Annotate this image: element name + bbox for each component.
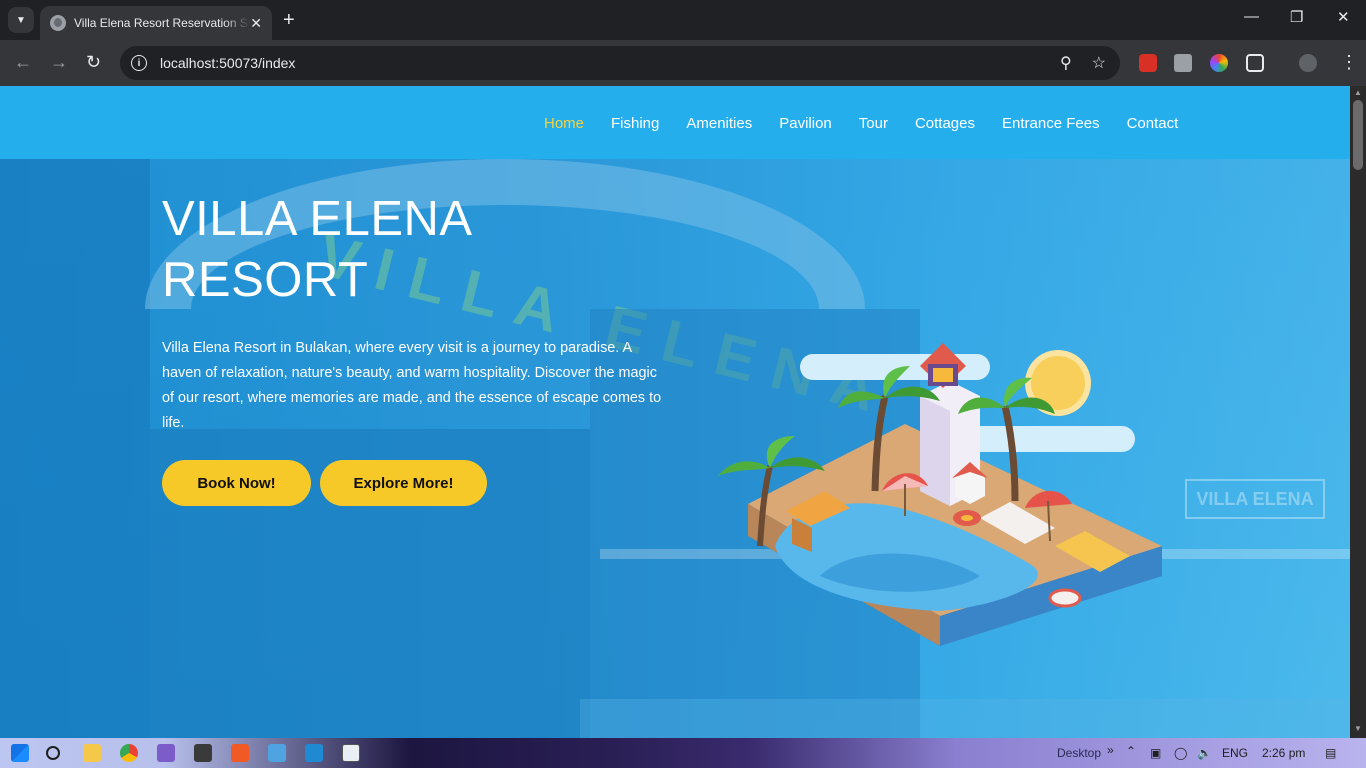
browser-tab[interactable]: Villa Elena Resort Reservation Sy ✕: [40, 6, 272, 40]
hero-title: VILLA ELENA RESORT: [162, 189, 473, 311]
extension-icon-red[interactable]: [1139, 54, 1157, 72]
scroll-up-icon[interactable]: ▲: [1354, 88, 1362, 97]
app-icon[interactable]: [194, 744, 212, 762]
scroll-down-icon[interactable]: ▼: [1354, 724, 1362, 733]
nav-contact[interactable]: Contact: [1127, 115, 1179, 132]
nav-home[interactable]: Home: [544, 115, 584, 132]
vscode-icon[interactable]: [305, 744, 323, 762]
language-indicator[interactable]: ENG: [1222, 746, 1248, 760]
brave-icon[interactable]: [231, 744, 249, 762]
tab-strip: ▼ Villa Elena Resort Reservation Sy ✕ + …: [0, 0, 1366, 40]
browser-toolbar: ← → ↻ i localhost:50073/index ⚲ ☆ ⋮: [0, 40, 1366, 86]
desktop-label[interactable]: Desktop: [1057, 746, 1101, 760]
visual-studio-icon[interactable]: [157, 744, 175, 762]
explore-more-button[interactable]: Explore More!: [320, 460, 487, 506]
chevron-down-icon: ▼: [16, 14, 26, 26]
file-explorer-icon[interactable]: [83, 744, 101, 762]
notepad-icon[interactable]: [342, 744, 360, 762]
extensions-puzzle-icon[interactable]: [1246, 54, 1264, 72]
close-window-icon[interactable]: ✕: [1337, 8, 1350, 26]
reload-icon[interactable]: ↻: [86, 52, 101, 72]
camera-extension-icon[interactable]: [1174, 54, 1192, 72]
book-now-button[interactable]: Book Now!: [162, 460, 311, 506]
globe-icon: [50, 15, 66, 31]
restore-icon[interactable]: ❐: [1290, 8, 1303, 26]
nav-links: Home Fishing Amenities Pavilion Tour Cot…: [544, 115, 1205, 132]
url-text: localhost:50073/index: [160, 55, 296, 71]
menu-kebab-icon[interactable]: ⋮: [1340, 52, 1358, 72]
bookmark-star-icon[interactable]: ☆: [1092, 53, 1106, 73]
site-navbar: Home Fishing Amenities Pavilion Tour Cot…: [0, 86, 1350, 159]
chrome-icon[interactable]: [120, 744, 138, 762]
bg-road: [580, 699, 1350, 738]
tab-close-icon[interactable]: ✕: [250, 15, 262, 32]
search-icon[interactable]: [46, 746, 60, 760]
chevron-right-icon[interactable]: »: [1107, 743, 1114, 757]
forward-icon[interactable]: →: [50, 52, 68, 72]
windows-start-icon[interactable]: [11, 744, 29, 762]
tab-title: Villa Elena Resort Reservation Sy: [74, 16, 251, 30]
address-bar[interactable]: i localhost:50073/index ⚲ ☆: [120, 46, 1120, 80]
site-info-icon[interactable]: i: [131, 55, 147, 71]
page-scrollbar[interactable]: ▲ ▼: [1350, 86, 1366, 738]
scroll-thumb[interactable]: [1353, 100, 1363, 170]
notifications-icon[interactable]: ▤: [1325, 746, 1336, 760]
hero-title-line1: VILLA ELENA: [162, 192, 473, 246]
show-hidden-icons-icon[interactable]: ⌃: [1126, 744, 1136, 758]
nav-tour[interactable]: Tour: [859, 115, 888, 132]
hero-description: Villa Elena Resort in Bulakan, where eve…: [162, 340, 662, 431]
nav-fishing[interactable]: Fishing: [611, 115, 659, 132]
nav-pavilion[interactable]: Pavilion: [779, 115, 832, 132]
bg-wall: [0, 159, 150, 738]
page-viewport: VILLA ELENA VILLA ELENA Home Fishing Ame…: [0, 86, 1350, 738]
new-tab-button[interactable]: +: [283, 9, 295, 31]
nav-entrance-fees[interactable]: Entrance Fees: [1002, 115, 1100, 132]
back-icon[interactable]: ←: [14, 52, 32, 72]
paint-icon[interactable]: [268, 744, 286, 762]
meet-now-icon[interactable]: ▣: [1150, 746, 1161, 760]
network-globe-icon[interactable]: ◯: [1174, 746, 1187, 760]
minimize-icon[interactable]: —: [1244, 8, 1259, 25]
nav-cottages[interactable]: Cottages: [915, 115, 975, 132]
tab-search-button[interactable]: ▼: [8, 7, 34, 33]
bg-sign: VILLA ELENA: [1185, 479, 1325, 519]
hero-title-line2: RESORT: [162, 253, 369, 307]
windows-taskbar: Desktop » ⌃ ▣ ◯ 🔈 ENG 2:26 pm ▤: [0, 738, 1366, 768]
clock[interactable]: 2:26 pm: [1262, 746, 1305, 760]
volume-icon[interactable]: 🔈: [1197, 746, 1212, 760]
nav-amenities[interactable]: Amenities: [686, 115, 752, 132]
profile-avatar[interactable]: [1299, 54, 1317, 72]
resort-illustration: [718, 343, 1162, 646]
zoom-icon[interactable]: ⚲: [1060, 53, 1072, 73]
color-picker-extension-icon[interactable]: [1210, 54, 1228, 72]
